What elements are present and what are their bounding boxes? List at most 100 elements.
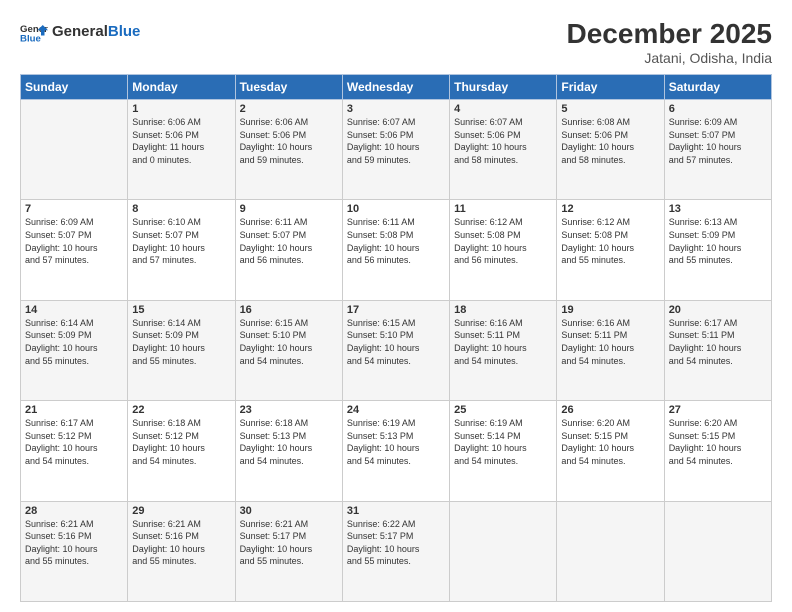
calendar-cell: 15Sunrise: 6:14 AM Sunset: 5:09 PM Dayli…: [128, 300, 235, 400]
day-number: 13: [669, 203, 767, 215]
day-number: 18: [454, 304, 552, 316]
calendar-table: SundayMondayTuesdayWednesdayThursdayFrid…: [20, 74, 772, 602]
day-info: Sunrise: 6:17 AM Sunset: 5:12 PM Dayligh…: [25, 417, 123, 467]
day-number: 25: [454, 404, 552, 416]
calendar-cell: 9Sunrise: 6:11 AM Sunset: 5:07 PM Daylig…: [235, 200, 342, 300]
calendar-cell: 1Sunrise: 6:06 AM Sunset: 5:06 PM Daylig…: [128, 100, 235, 200]
day-info: Sunrise: 6:14 AM Sunset: 5:09 PM Dayligh…: [25, 317, 123, 367]
day-number: 28: [25, 505, 123, 517]
day-info: Sunrise: 6:06 AM Sunset: 5:06 PM Dayligh…: [132, 116, 230, 166]
day-info: Sunrise: 6:07 AM Sunset: 5:06 PM Dayligh…: [347, 116, 445, 166]
weekday-header: Thursday: [450, 75, 557, 100]
day-number: 8: [132, 203, 230, 215]
calendar-cell: 2Sunrise: 6:06 AM Sunset: 5:06 PM Daylig…: [235, 100, 342, 200]
day-info: Sunrise: 6:11 AM Sunset: 5:08 PM Dayligh…: [347, 216, 445, 266]
logo-blue: Blue: [108, 23, 141, 40]
weekday-header: Sunday: [21, 75, 128, 100]
weekday-row: SundayMondayTuesdayWednesdayThursdayFrid…: [21, 75, 772, 100]
day-number: 27: [669, 404, 767, 416]
calendar-cell: 23Sunrise: 6:18 AM Sunset: 5:13 PM Dayli…: [235, 401, 342, 501]
day-info: Sunrise: 6:20 AM Sunset: 5:15 PM Dayligh…: [561, 417, 659, 467]
svg-text:Blue: Blue: [20, 34, 41, 45]
calendar-cell: 18Sunrise: 6:16 AM Sunset: 5:11 PM Dayli…: [450, 300, 557, 400]
day-info: Sunrise: 6:19 AM Sunset: 5:14 PM Dayligh…: [454, 417, 552, 467]
calendar-cell: 6Sunrise: 6:09 AM Sunset: 5:07 PM Daylig…: [664, 100, 771, 200]
calendar-cell: 21Sunrise: 6:17 AM Sunset: 5:12 PM Dayli…: [21, 401, 128, 501]
day-info: Sunrise: 6:16 AM Sunset: 5:11 PM Dayligh…: [454, 317, 552, 367]
calendar-cell: 14Sunrise: 6:14 AM Sunset: 5:09 PM Dayli…: [21, 300, 128, 400]
day-info: Sunrise: 6:12 AM Sunset: 5:08 PM Dayligh…: [561, 216, 659, 266]
calendar-cell: 28Sunrise: 6:21 AM Sunset: 5:16 PM Dayli…: [21, 501, 128, 601]
calendar-header: SundayMondayTuesdayWednesdayThursdayFrid…: [21, 75, 772, 100]
calendar-cell: 8Sunrise: 6:10 AM Sunset: 5:07 PM Daylig…: [128, 200, 235, 300]
page: General Blue GeneralBlue December 2025 J…: [0, 0, 792, 612]
day-info: Sunrise: 6:09 AM Sunset: 5:07 PM Dayligh…: [669, 116, 767, 166]
day-info: Sunrise: 6:06 AM Sunset: 5:06 PM Dayligh…: [240, 116, 338, 166]
calendar-cell: 3Sunrise: 6:07 AM Sunset: 5:06 PM Daylig…: [342, 100, 449, 200]
calendar-week-row: 7Sunrise: 6:09 AM Sunset: 5:07 PM Daylig…: [21, 200, 772, 300]
calendar-cell: 30Sunrise: 6:21 AM Sunset: 5:17 PM Dayli…: [235, 501, 342, 601]
day-number: 1: [132, 103, 230, 115]
calendar-cell: 22Sunrise: 6:18 AM Sunset: 5:12 PM Dayli…: [128, 401, 235, 501]
day-number: 2: [240, 103, 338, 115]
day-number: 3: [347, 103, 445, 115]
day-info: Sunrise: 6:21 AM Sunset: 5:16 PM Dayligh…: [25, 518, 123, 568]
calendar-cell: 4Sunrise: 6:07 AM Sunset: 5:06 PM Daylig…: [450, 100, 557, 200]
day-info: Sunrise: 6:15 AM Sunset: 5:10 PM Dayligh…: [347, 317, 445, 367]
day-info: Sunrise: 6:14 AM Sunset: 5:09 PM Dayligh…: [132, 317, 230, 367]
day-number: 6: [669, 103, 767, 115]
day-info: Sunrise: 6:10 AM Sunset: 5:07 PM Dayligh…: [132, 216, 230, 266]
calendar-week-row: 14Sunrise: 6:14 AM Sunset: 5:09 PM Dayli…: [21, 300, 772, 400]
day-number: 24: [347, 404, 445, 416]
day-number: 29: [132, 505, 230, 517]
day-info: Sunrise: 6:09 AM Sunset: 5:07 PM Dayligh…: [25, 216, 123, 266]
day-info: Sunrise: 6:21 AM Sunset: 5:16 PM Dayligh…: [132, 518, 230, 568]
calendar-cell: [664, 501, 771, 601]
weekday-header: Friday: [557, 75, 664, 100]
day-number: 17: [347, 304, 445, 316]
calendar-cell: [21, 100, 128, 200]
day-number: 26: [561, 404, 659, 416]
day-number: 19: [561, 304, 659, 316]
title-block: December 2025 Jatani, Odisha, India: [567, 18, 772, 66]
day-info: Sunrise: 6:08 AM Sunset: 5:06 PM Dayligh…: [561, 116, 659, 166]
day-number: 9: [240, 203, 338, 215]
day-number: 22: [132, 404, 230, 416]
day-number: 7: [25, 203, 123, 215]
day-number: 4: [454, 103, 552, 115]
calendar-cell: 26Sunrise: 6:20 AM Sunset: 5:15 PM Dayli…: [557, 401, 664, 501]
calendar-cell: 19Sunrise: 6:16 AM Sunset: 5:11 PM Dayli…: [557, 300, 664, 400]
calendar-week-row: 21Sunrise: 6:17 AM Sunset: 5:12 PM Dayli…: [21, 401, 772, 501]
day-info: Sunrise: 6:11 AM Sunset: 5:07 PM Dayligh…: [240, 216, 338, 266]
calendar-week-row: 1Sunrise: 6:06 AM Sunset: 5:06 PM Daylig…: [21, 100, 772, 200]
weekday-header: Saturday: [664, 75, 771, 100]
calendar-cell: [450, 501, 557, 601]
calendar-cell: 16Sunrise: 6:15 AM Sunset: 5:10 PM Dayli…: [235, 300, 342, 400]
weekday-header: Monday: [128, 75, 235, 100]
calendar-body: 1Sunrise: 6:06 AM Sunset: 5:06 PM Daylig…: [21, 100, 772, 602]
calendar-cell: 7Sunrise: 6:09 AM Sunset: 5:07 PM Daylig…: [21, 200, 128, 300]
day-info: Sunrise: 6:22 AM Sunset: 5:17 PM Dayligh…: [347, 518, 445, 568]
day-number: 31: [347, 505, 445, 517]
day-info: Sunrise: 6:17 AM Sunset: 5:11 PM Dayligh…: [669, 317, 767, 367]
weekday-header: Tuesday: [235, 75, 342, 100]
calendar-cell: 17Sunrise: 6:15 AM Sunset: 5:10 PM Dayli…: [342, 300, 449, 400]
logo-icon: General Blue: [20, 18, 48, 46]
calendar-cell: 12Sunrise: 6:12 AM Sunset: 5:08 PM Dayli…: [557, 200, 664, 300]
calendar-cell: 31Sunrise: 6:22 AM Sunset: 5:17 PM Dayli…: [342, 501, 449, 601]
day-number: 14: [25, 304, 123, 316]
weekday-header: Wednesday: [342, 75, 449, 100]
day-number: 23: [240, 404, 338, 416]
day-info: Sunrise: 6:20 AM Sunset: 5:15 PM Dayligh…: [669, 417, 767, 467]
day-number: 16: [240, 304, 338, 316]
day-info: Sunrise: 6:16 AM Sunset: 5:11 PM Dayligh…: [561, 317, 659, 367]
calendar-cell: 29Sunrise: 6:21 AM Sunset: 5:16 PM Dayli…: [128, 501, 235, 601]
day-number: 12: [561, 203, 659, 215]
calendar-cell: 10Sunrise: 6:11 AM Sunset: 5:08 PM Dayli…: [342, 200, 449, 300]
day-number: 11: [454, 203, 552, 215]
calendar-week-row: 28Sunrise: 6:21 AM Sunset: 5:16 PM Dayli…: [21, 501, 772, 601]
calendar-cell: 13Sunrise: 6:13 AM Sunset: 5:09 PM Dayli…: [664, 200, 771, 300]
day-number: 20: [669, 304, 767, 316]
day-info: Sunrise: 6:19 AM Sunset: 5:13 PM Dayligh…: [347, 417, 445, 467]
calendar-cell: 11Sunrise: 6:12 AM Sunset: 5:08 PM Dayli…: [450, 200, 557, 300]
